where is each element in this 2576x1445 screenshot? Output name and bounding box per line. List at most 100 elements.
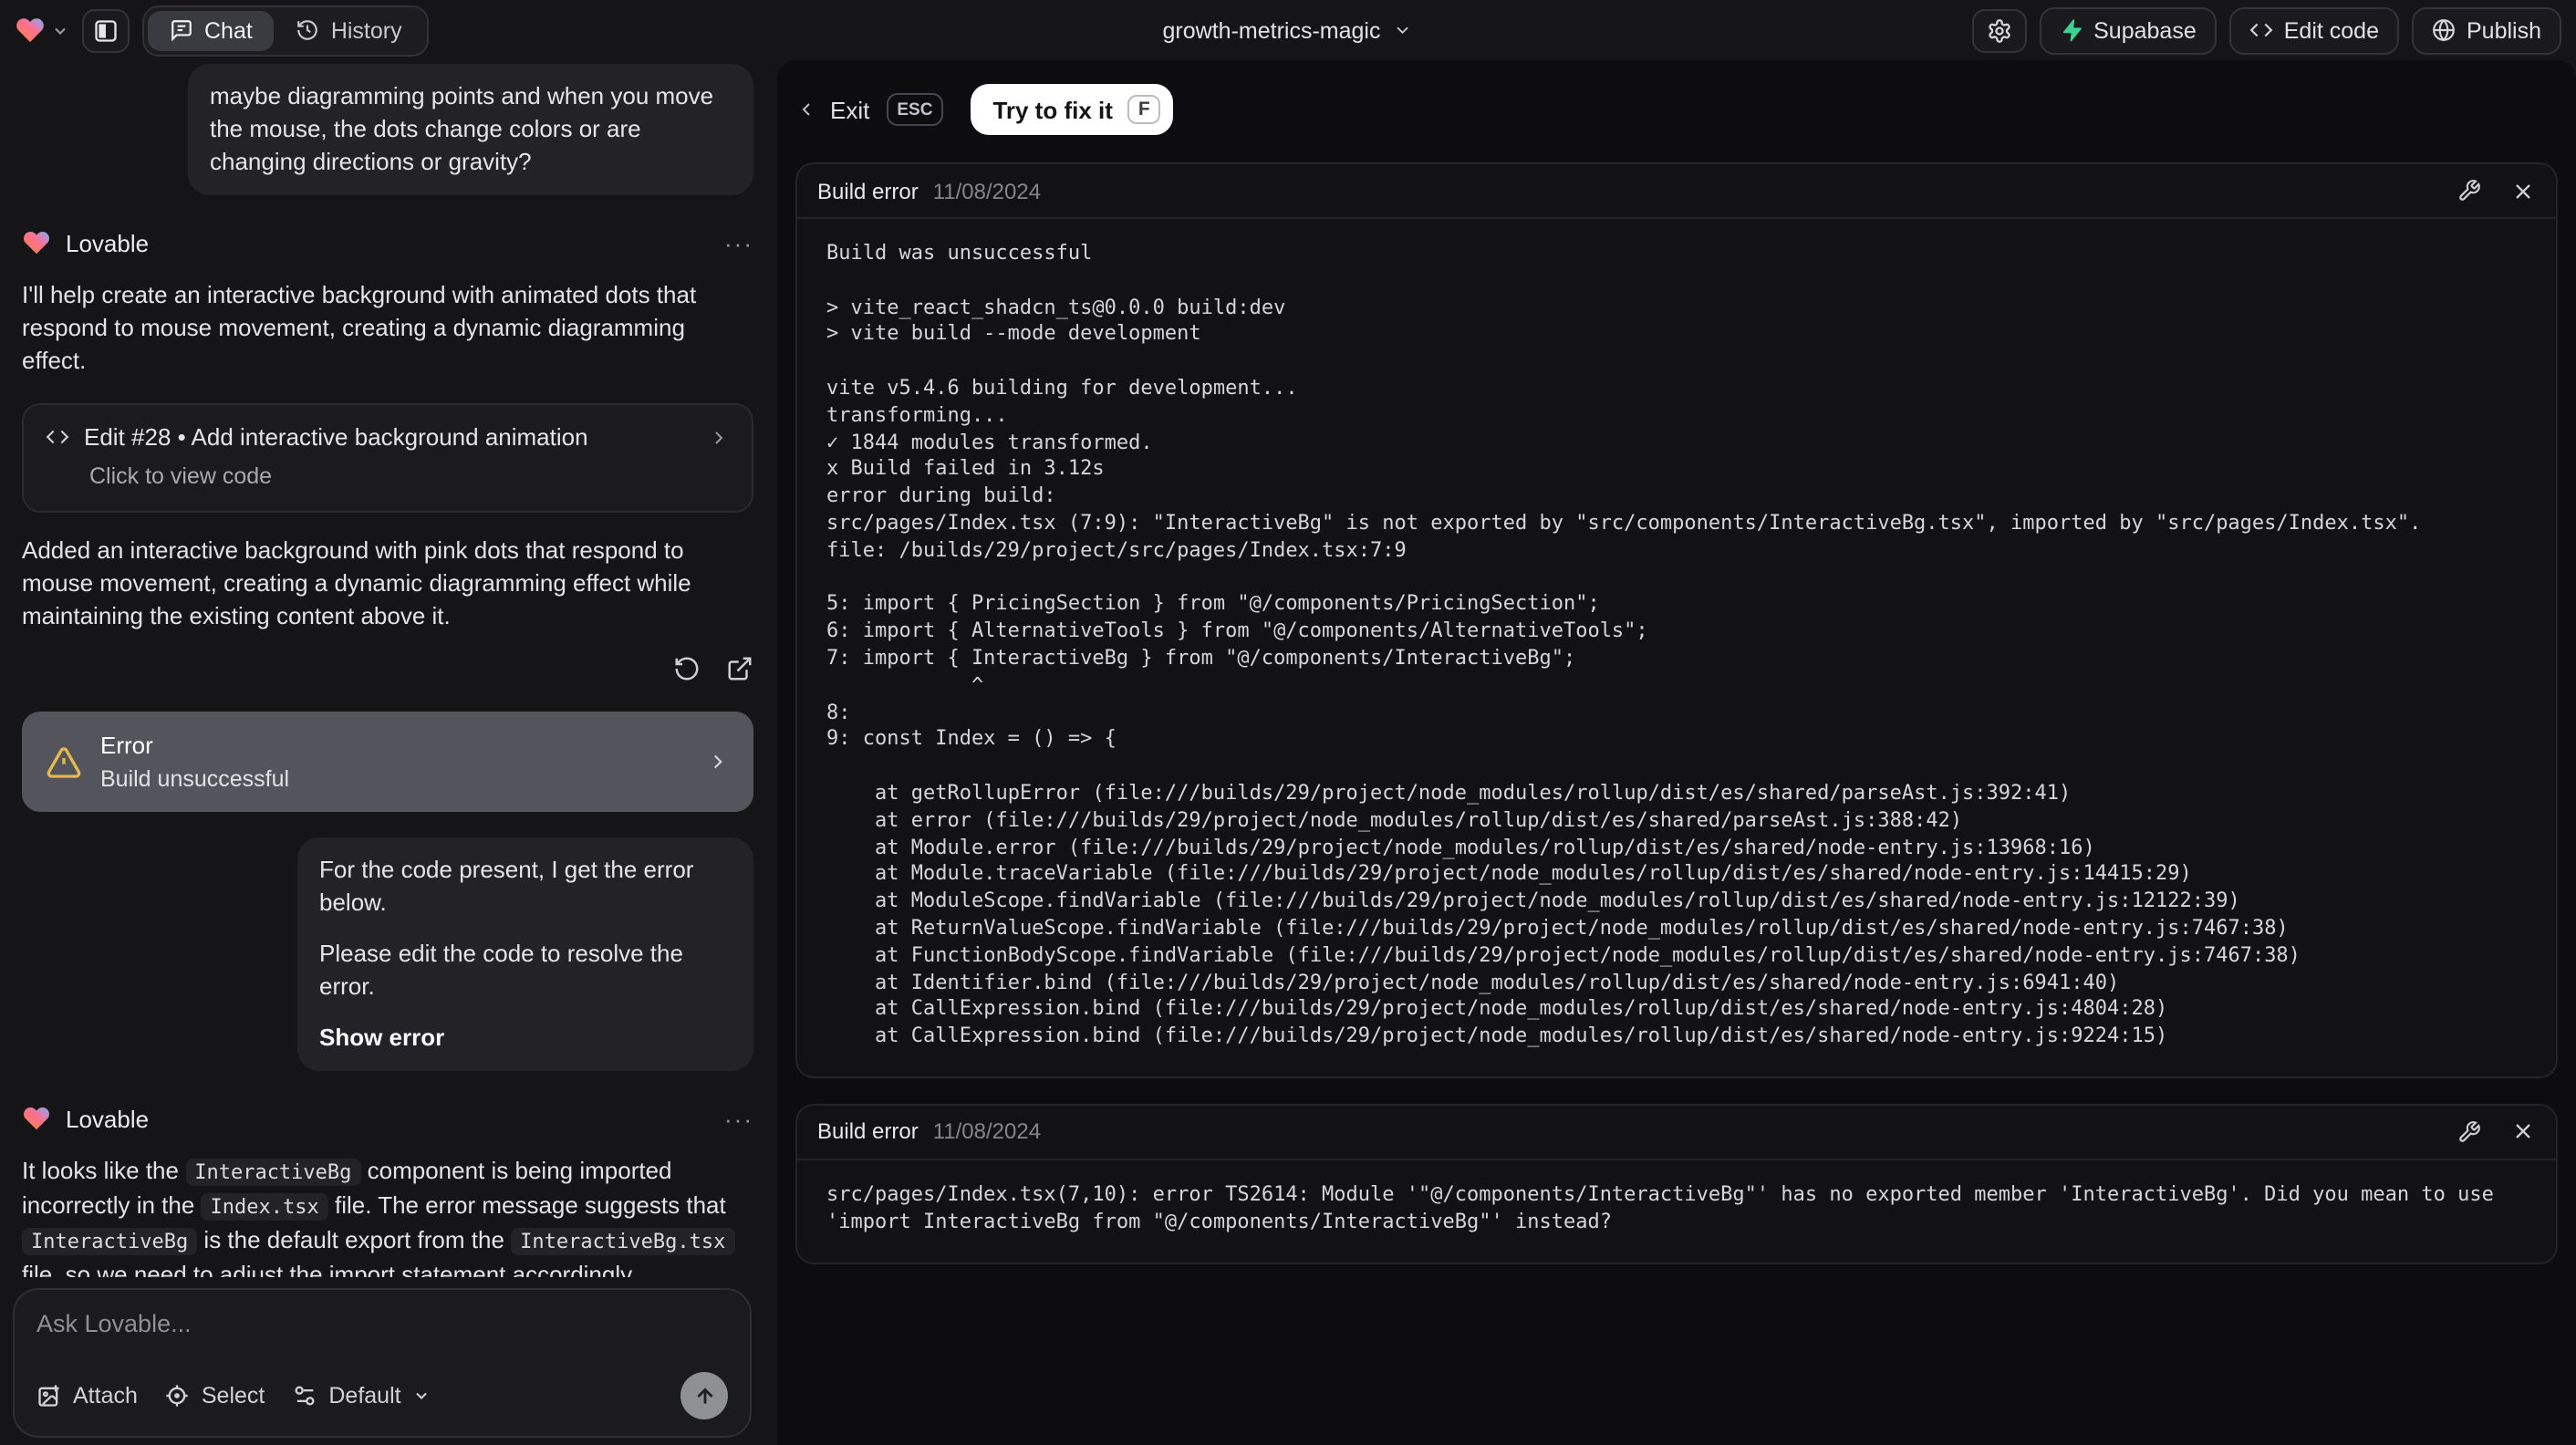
tab-history-label: History [330,17,402,43]
chat-message-list[interactable]: maybe diagramming points and when you mo… [0,60,764,1277]
select-label: Select [201,1383,265,1409]
chevron-right-icon [708,426,730,448]
try-to-fix-button[interactable]: Try to fix it F [971,84,1174,135]
code-icon [46,425,69,449]
message-menu-button[interactable]: ··· [724,229,753,256]
preview-header: Exit ESC Try to fix it F [795,82,2558,137]
attach-label: Attach [73,1383,138,1409]
tab-chat-label: Chat [204,17,253,43]
error-card-title: Error [100,732,153,759]
supabase-button[interactable]: Supabase [2039,6,2217,54]
card-date: 11/08/2024 [932,1118,1042,1145]
f-key-badge: F [1127,95,1161,124]
settings-button[interactable] [1971,8,2027,52]
edit-code-label: Edit code [2283,17,2379,43]
sidebar-toggle-button[interactable] [82,8,130,52]
wrench-icon[interactable] [2457,1120,2481,1144]
text-fragment: It looks like the [22,1157,186,1184]
publish-button[interactable]: Publish [2412,6,2561,54]
wrench-icon[interactable] [2457,179,2481,203]
inline-code: InteractiveBg [22,1228,198,1255]
text-fragment: is the default export from the [197,1226,512,1253]
inline-code: Index.tsx [201,1193,328,1221]
gear-icon [1986,17,2011,43]
assistant-paragraph: Added an interactive background with pin… [22,536,691,629]
select-button[interactable]: Select [165,1383,265,1409]
chevron-down-icon [1393,20,1413,40]
lovable-heart-icon [15,15,46,46]
close-icon[interactable] [2510,178,2536,203]
build-log: Build was unsuccessful > vite_react_shad… [826,241,2422,1048]
build-error-card-1: Build error 11/08/2024 Build was unsucce… [795,162,2558,1078]
message-actions [22,655,753,682]
tab-chat[interactable]: Chat [148,10,275,50]
user-message-text: maybe diagramming points and when you mo… [210,82,714,175]
project-selector[interactable]: growth-metrics-magic [1163,17,1414,43]
build-error-card-2: Build error 11/08/2024 src/pages/Index.t… [795,1103,2558,1263]
assistant-paragraph: I'll help create an interactive backgrou… [22,281,697,374]
warning-triangle-icon [46,743,82,780]
build-log: src/pages/Index.tsx(7,10): error TS2614:… [826,1181,2507,1233]
build-error-card[interactable]: Error Build unsuccessful [22,712,753,812]
publish-label: Publish [2467,17,2541,43]
panel-left-icon [93,17,119,43]
message-menu-button[interactable]: ··· [724,1105,753,1132]
lovable-logo-menu[interactable] [15,15,69,46]
chevron-right-icon [706,750,730,774]
try-to-fix-label: Try to fix it [992,96,1113,123]
user-message: For the code present, I get the error be… [297,837,753,1071]
chevron-down-icon [412,1387,431,1405]
card-title: Build error [817,1118,919,1145]
close-icon[interactable] [2510,1119,2536,1145]
edit-code-button[interactable]: Edit code [2228,6,2399,54]
error-card-subtitle: Build unsuccessful [100,766,290,792]
card-header: Build error 11/08/2024 [797,164,2556,219]
target-icon [165,1383,191,1409]
lovable-heart-icon [22,1104,51,1133]
globe-icon [2432,18,2456,42]
text-fragment: file, so we need to adjust the import st… [22,1261,638,1277]
chat-bubble-icon [170,18,193,42]
user-message-text: Please edit the code to resolve the erro… [319,940,683,1000]
assistant-name: Lovable [66,1105,150,1132]
arrow-up-icon [692,1384,716,1408]
attach-button[interactable]: Attach [36,1383,138,1409]
lovable-heart-icon [22,228,51,257]
view-tabs: Chat History [142,5,430,56]
top-bar: Chat History growth-metrics-magic Supaba… [0,0,2576,60]
card-title: Build error [817,178,919,203]
card-date: 11/08/2024 [932,178,1042,203]
preview-panel: Exit ESC Try to fix it F Build error 11/… [777,60,2576,1445]
assistant-header: Lovable ··· [22,228,753,257]
send-button[interactable] [680,1372,728,1419]
exit-label: Exit [830,96,870,123]
project-name: growth-metrics-magic [1162,17,1381,43]
edit-28-card[interactable]: Edit #28 • Add interactive background an… [22,403,753,513]
user-message: maybe diagramming points and when you mo… [188,64,753,195]
assistant-name: Lovable [66,229,150,256]
image-plus-icon [36,1383,62,1409]
model-label: Default [328,1383,401,1409]
model-selector[interactable]: Default [292,1383,430,1409]
chevron-down-icon [51,21,69,39]
chat-panel: maybe diagramming points and when you mo… [0,60,764,1445]
esc-key-badge: ESC [886,93,944,126]
edit-28-title: Edit #28 • Add interactive background an… [84,423,588,451]
inline-code: InteractiveBg.tsx [511,1228,735,1255]
chat-input-box: Attach Select Default [13,1288,752,1438]
open-external-icon[interactable] [726,655,753,682]
supabase-label: Supabase [2093,17,2197,43]
chat-input[interactable] [36,1310,728,1346]
edit-28-subtitle: Click to view code [89,463,273,489]
assistant-header: Lovable ··· [22,1104,753,1133]
app: Chat History growth-metrics-magic Supaba… [0,0,2576,1445]
show-error-link[interactable]: Show error [319,1022,732,1055]
refresh-icon[interactable] [673,655,701,682]
card-header: Build error 11/08/2024 [797,1106,2556,1160]
code-icon [2249,18,2273,42]
tab-history[interactable]: History [275,10,424,50]
history-icon [296,18,320,42]
exit-button[interactable]: Exit [795,96,869,123]
assistant-paragraph: It looks like the InteractiveBg componen… [22,1155,753,1277]
inline-code: InteractiveBg [185,1159,361,1186]
